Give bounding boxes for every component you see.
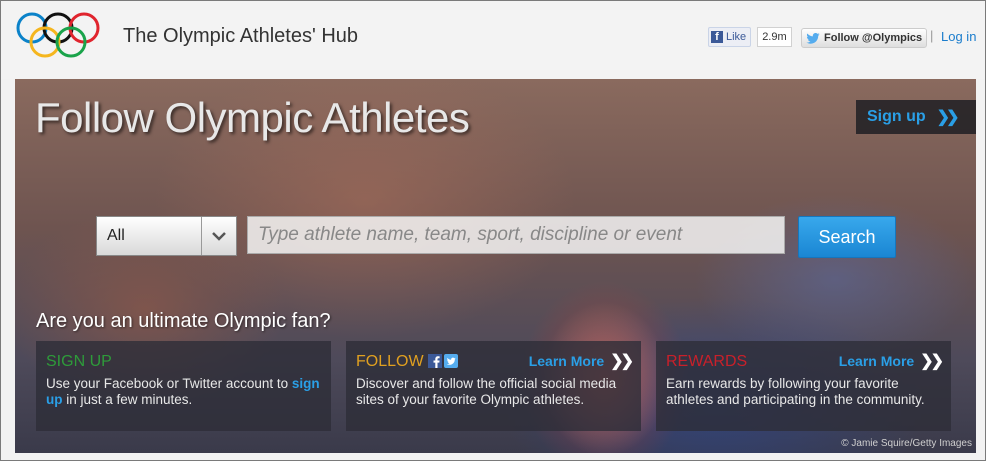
- twitter-follow-label: Follow @Olympics: [824, 32, 923, 44]
- facebook-icon: [427, 354, 442, 368]
- signup-panel-description: Use your Facebook or Twitter account to …: [46, 376, 321, 408]
- login-link[interactable]: Log in: [941, 29, 976, 44]
- signup-panel-title: SIGN UP: [46, 353, 112, 370]
- facebook-icon: f: [711, 31, 723, 43]
- photo-credit: © Jamie Squire/Getty Images: [841, 438, 972, 449]
- category-select-value: All: [107, 227, 125, 244]
- double-chevron-right-icon: ❯❯: [610, 353, 634, 370]
- signup-desc-text-end: in just a few minutes.: [62, 392, 193, 407]
- rewards-learn-more-link[interactable]: Learn More ❯❯: [838, 351, 944, 371]
- follow-panel-title: FOLLOW: [356, 353, 458, 371]
- hero-title: Follow Olympic Athletes: [35, 94, 470, 141]
- signup-desc-text: Use your Facebook or Twitter account to: [46, 376, 292, 391]
- facebook-like-widget[interactable]: f Like 2.9m: [708, 27, 792, 47]
- follow-panel-description: Discover and follow the official social …: [356, 376, 617, 407]
- signup-button[interactable]: Sign up ❯❯: [856, 100, 976, 134]
- twitter-bird-icon: [806, 32, 820, 44]
- rewards-learn-more-label: Learn More: [838, 353, 915, 369]
- facebook-like-label: Like: [726, 31, 747, 43]
- signup-label: Sign up: [867, 108, 926, 125]
- signup-panel: SIGN UP Use your Facebook or Twitter acc…: [36, 341, 331, 431]
- follow-panel: FOLLOW Learn More ❯❯ Discover and follow …: [346, 341, 641, 431]
- double-chevron-right-icon: ❯❯: [936, 109, 960, 126]
- search-input[interactable]: [247, 216, 785, 254]
- olympic-rings-logo[interactable]: [15, 11, 101, 59]
- twitter-icon: [443, 354, 458, 368]
- top-header: The Olympic Athletes' Hub f Like 2.9m Fo…: [1, 1, 985, 79]
- search-button[interactable]: Search: [798, 216, 896, 258]
- twitter-follow-button[interactable]: Follow @Olympics: [801, 28, 928, 48]
- follow-learn-more-label: Learn More: [528, 353, 605, 369]
- category-select[interactable]: All: [96, 216, 237, 256]
- facebook-like-button[interactable]: f Like: [708, 27, 752, 47]
- facebook-like-count: 2.9m: [757, 27, 792, 47]
- rewards-panel: REWARDS Learn More ❯❯ Earn rewards by fol…: [656, 341, 951, 431]
- header-separator: |: [930, 28, 934, 43]
- page-frame: The Olympic Athletes' Hub f Like 2.9m Fo…: [0, 0, 986, 461]
- fan-question: Are you an ultimate Olympic fan?: [36, 310, 331, 332]
- rewards-panel-title: REWARDS: [666, 353, 748, 370]
- rewards-panel-description: Earn rewards by following your favorite …: [666, 376, 925, 407]
- follow-title-text: FOLLOW: [356, 353, 424, 370]
- chevron-down-icon[interactable]: [201, 217, 236, 255]
- follow-learn-more-link[interactable]: Learn More ❯❯: [528, 351, 634, 371]
- site-title: The Olympic Athletes' Hub: [123, 25, 359, 47]
- hero-banner: Follow Olympic Athletes Sign up ❯❯ All S…: [15, 79, 976, 453]
- double-chevron-right-icon: ❯❯: [920, 353, 944, 370]
